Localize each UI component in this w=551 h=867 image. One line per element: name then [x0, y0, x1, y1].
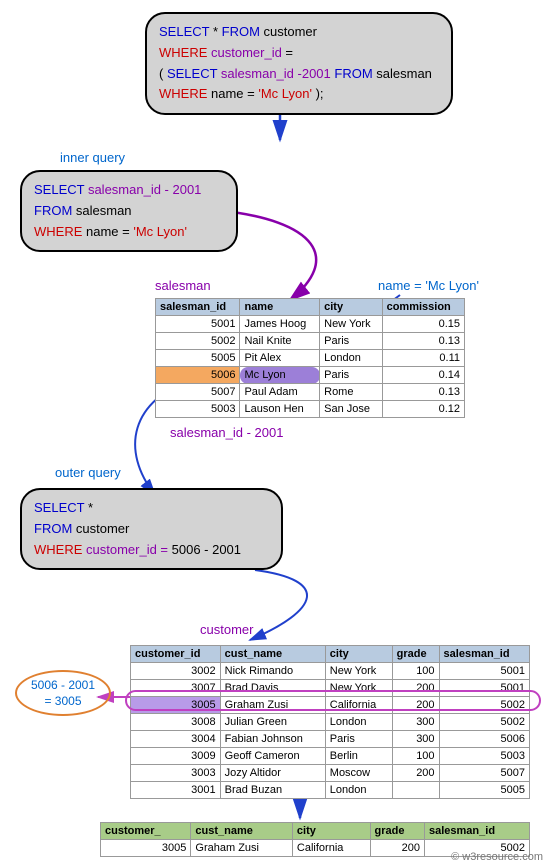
customer-table: customer_id cust_name city grade salesma…	[130, 645, 530, 799]
table-row: 3007Brad DavisNew York2005001	[131, 680, 530, 697]
main-query-box: SELECT * FROM customer WHERE customer_id…	[145, 12, 453, 115]
table-row: 5002Nail KniteParis0.13	[156, 333, 465, 350]
table-row-highlighted: 5006Mc LyonParis0.14	[156, 367, 465, 384]
table-row: 3001Brad BuzanLondon5005	[131, 782, 530, 799]
outer-query-box: SELECT * FROM customer WHERE customer_id…	[20, 488, 283, 570]
inner-query-box: SELECT salesman_id - 2001 FROM salesman …	[20, 170, 238, 252]
customer-table-label: customer	[200, 622, 253, 637]
sid-expr-label: salesman_id - 2001	[170, 425, 283, 440]
computation-oval: 5006 - 2001 = 3005	[15, 670, 111, 716]
table-row: 3009Geoff CameronBerlin1005003	[131, 748, 530, 765]
table-row: 3003Jozy AltidorMoscow2005007	[131, 765, 530, 782]
table-row-highlighted: 3005Graham ZusiCalifornia2005002	[131, 697, 530, 714]
watermark: © w3resource.com	[451, 851, 543, 863]
table-row: 5001James HoogNew York0.15	[156, 316, 465, 333]
inner-query-label: inner query	[60, 150, 125, 165]
table-row: 5003Lauson HenSan Jose0.12	[156, 401, 465, 418]
kw-select: SELECT	[159, 24, 213, 39]
table-row: 3008Julian GreenLondon3005002	[131, 714, 530, 731]
table-row: 5005Pit AlexLondon0.11	[156, 350, 465, 367]
table-row: 5007Paul AdamRome0.13	[156, 384, 465, 401]
salesman-table: salesman_id name city commission 5001Jam…	[155, 298, 465, 418]
salesman-table-label: salesman	[155, 278, 211, 293]
outer-query-label: outer query	[55, 465, 121, 480]
name-eq-label: name = 'Mc Lyon'	[378, 278, 479, 293]
table-row: 3002Nick RimandoNew York1005001	[131, 663, 530, 680]
table-row: 3004Fabian JohnsonParis3005006	[131, 731, 530, 748]
